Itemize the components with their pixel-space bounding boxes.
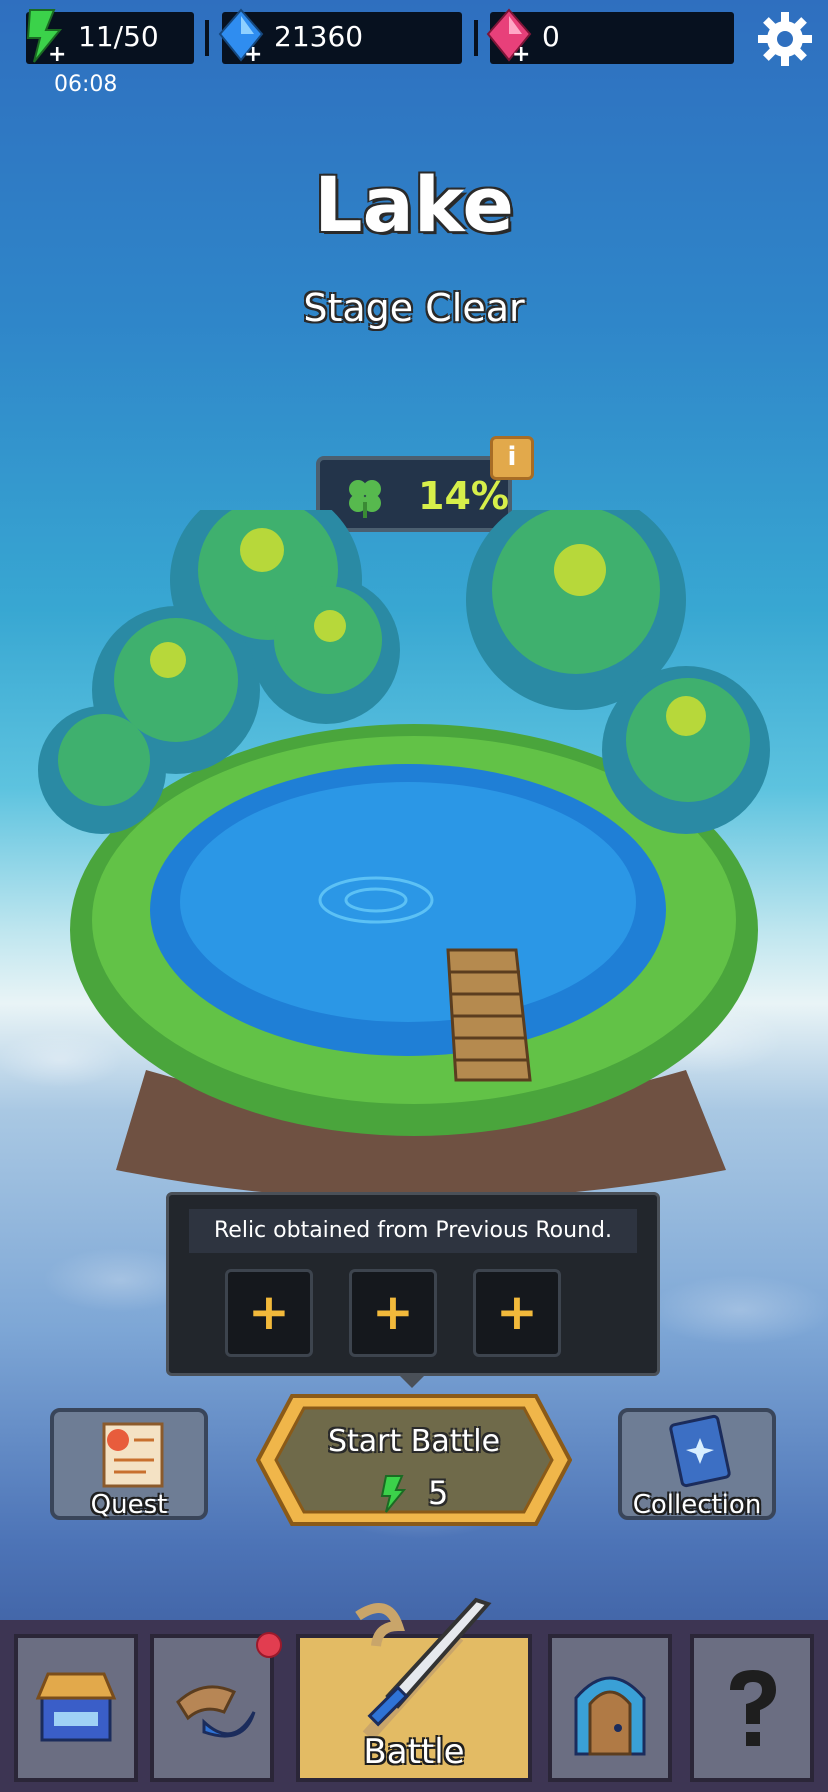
nav-help[interactable] (690, 1634, 814, 1782)
info-icon: i (507, 442, 517, 472)
add-gems-icon[interactable]: + (244, 42, 262, 67)
add-energy-icon[interactable]: + (48, 42, 66, 67)
energy-timer: 06:08 (54, 72, 118, 97)
bottom-navigation: Battle (0, 1597, 828, 1792)
nav-equipment[interactable] (150, 1634, 274, 1782)
ruby-value: 0 (542, 20, 560, 53)
relic-panel-title: Relic obtained from Previous Round. (189, 1209, 637, 1253)
quest-label: Quest (90, 1490, 168, 1520)
start-battle-frame (256, 1394, 572, 1526)
quest-button[interactable]: Quest (50, 1408, 208, 1520)
notification-dot (256, 1632, 282, 1658)
start-battle-button[interactable]: Start Battle 5 (256, 1392, 572, 1528)
shop-icon (35, 1672, 117, 1742)
start-battle-label: Start Battle (327, 1424, 501, 1459)
gem-counter[interactable]: + 21360 (218, 8, 462, 67)
nav-battle-label: Battle (363, 1732, 465, 1772)
relic-panel-pointer (398, 1374, 426, 1388)
nav-battle[interactable]: Battle (296, 1597, 532, 1782)
start-battle-cost: 5 (428, 1474, 449, 1512)
quest-scroll-icon (102, 1422, 164, 1488)
info-button[interactable]: i (490, 436, 534, 480)
collection-label: Collection (632, 1490, 762, 1520)
energy-counter[interactable]: + 11/50 (26, 9, 194, 67)
equipment-icon (176, 1685, 256, 1738)
ruby-counter[interactable]: + 0 (486, 8, 734, 67)
divider (474, 20, 478, 56)
stage-title: Lake (314, 160, 514, 249)
nav-shop[interactable] (14, 1634, 138, 1782)
help-icon (730, 1670, 776, 1746)
relic-slot-2[interactable]: + (349, 1269, 437, 1357)
settings-gear-icon[interactable] (756, 10, 814, 68)
collection-book-icon (669, 1414, 731, 1488)
energy-cost-icon (380, 1475, 406, 1513)
battle-icon (355, 1597, 492, 1741)
divider (205, 20, 209, 56)
lake-island-illustration (38, 510, 770, 1200)
stage-status: Stage Clear (303, 286, 525, 330)
relic-slot-3[interactable]: + (473, 1269, 561, 1357)
gem-value: 21360 (274, 20, 364, 53)
relic-panel: Relic obtained from Previous Round. + + … (166, 1192, 660, 1376)
collection-button[interactable]: Collection (618, 1408, 776, 1520)
nav-dungeon[interactable] (548, 1634, 672, 1782)
door-icon (574, 1676, 646, 1756)
energy-value: 11/50 (78, 20, 159, 53)
relic-slot-1[interactable]: + (225, 1269, 313, 1357)
add-rubies-icon[interactable]: + (512, 42, 530, 67)
